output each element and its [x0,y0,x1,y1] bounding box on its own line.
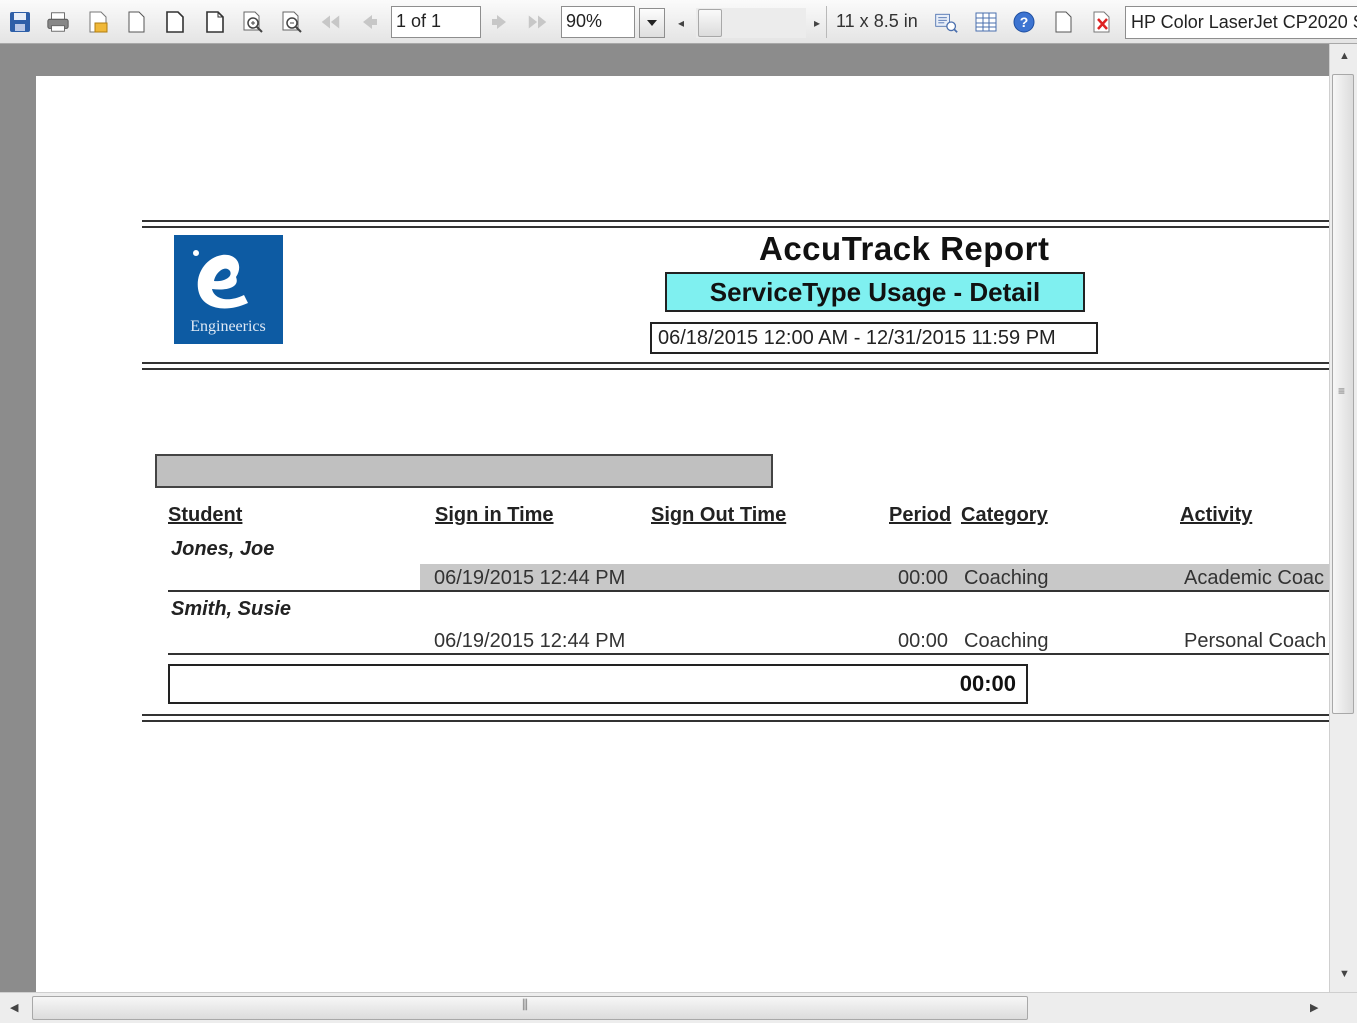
logo-text: Engineerics [190,318,266,335]
group-header-bar [155,454,773,488]
page-slider[interactable]: ◂ ▸ [674,8,824,38]
page-setup-icon[interactable] [934,8,958,36]
zoom-out-icon[interactable] [280,8,304,36]
header-bottom-rule [142,362,1329,364]
new-page-icon[interactable] [1051,8,1075,36]
column-header-period: Period [889,504,952,526]
report-viewport: Engineerics AccuTrack Report ServiceType… [0,44,1329,992]
zoom-dropdown-button[interactable] [639,8,665,38]
vertical-scrollbar[interactable]: ▲ ≡ ▼ [1329,44,1357,992]
paper-size-label: 11 x 8.5 in [836,11,918,31]
save-icon[interactable] [8,8,32,36]
slider-left-arrow-icon[interactable]: ◂ [678,16,684,30]
column-header-category: Category [961,504,1048,526]
single-page-icon[interactable] [163,8,187,36]
column-header-sign-out: Sign Out Time [651,504,787,526]
scroll-right-arrow-icon[interactable]: ▶ [1310,1001,1318,1014]
grip-icon: ≡ [1338,384,1346,398]
horizontal-scrollbar[interactable]: ◀ ⫼ ▶ [0,992,1357,1023]
header-top-rule-2 [142,226,1329,228]
footer-rule-2 [142,720,1329,722]
first-page-icon[interactable] [318,8,342,36]
zoom-input[interactable]: 90% [561,6,635,38]
toolbar-separator [826,6,827,38]
column-header-student: Student [168,504,243,526]
category-cell: Coaching [964,567,1049,589]
printer-select[interactable]: HP Color LaserJet CP2020 S [1125,6,1357,39]
page-number-input[interactable]: 1 of 1 [391,6,481,38]
category-cell: Coaching [964,630,1049,652]
report-viewer-toolbar: 1 of 1 90% ◂ ▸ 11 x 8.5 in ? HP Color La… [0,0,1357,44]
header-bottom-rule-2 [142,368,1329,370]
prev-page-icon[interactable] [357,8,381,36]
help-icon[interactable]: ? [1012,8,1036,36]
sign-in-cell: 06/19/2015 12:44 PM [434,567,626,589]
scroll-up-arrow-icon[interactable]: ▲ [1339,50,1350,62]
total-box: 00:00 [168,664,1028,704]
close-icon[interactable] [1090,8,1114,36]
company-logo: Engineerics [174,235,283,344]
student-name: Jones, Joe [171,538,275,560]
column-header-activity: Activity [1180,504,1253,526]
last-page-icon[interactable] [526,8,550,36]
report-subtitle: ServiceType Usage - Detail [665,272,1085,312]
slider-right-arrow-icon[interactable]: ▸ [814,16,820,30]
zoom-in-icon[interactable] [241,8,265,36]
report-title: AccuTrack Report [759,230,1050,267]
svg-text:?: ? [1020,14,1029,30]
row-divider [168,590,1329,592]
print-icon[interactable] [46,8,70,36]
page-icon[interactable] [124,8,148,36]
table-icon[interactable] [974,8,998,36]
next-page-icon[interactable] [488,8,512,36]
column-header-sign-in: Sign in Time [435,504,554,526]
activity-cell: Academic Coac [1184,567,1325,589]
activity-cell: Personal Coach [1184,630,1327,652]
period-cell: 00:00 [898,630,949,652]
multi-page-icon[interactable] [203,8,227,36]
period-cell: 00:00 [898,567,949,589]
student-name: Smith, Susie [171,598,292,620]
export-icon[interactable] [86,8,110,36]
date-range: 06/18/2015 12:00 AM - 12/31/2015 11:59 P… [650,322,1098,354]
scroll-left-arrow-icon[interactable]: ◀ [10,1001,18,1014]
scroll-down-arrow-icon[interactable]: ▼ [1339,968,1350,980]
total-period: 00:00 [959,671,1016,696]
chevron-down-icon [647,20,657,26]
footer-rule [142,714,1329,716]
header-top-rule [142,220,1329,222]
report-page: Engineerics AccuTrack Report ServiceType… [36,76,1329,992]
horizontal-scroll-thumb[interactable] [32,996,1028,1020]
sign-in-cell: 06/19/2015 12:44 PM [434,630,626,652]
grip-icon: ⫼ [522,997,528,1012]
row-divider [168,653,1329,655]
slider-thumb[interactable] [698,9,722,37]
